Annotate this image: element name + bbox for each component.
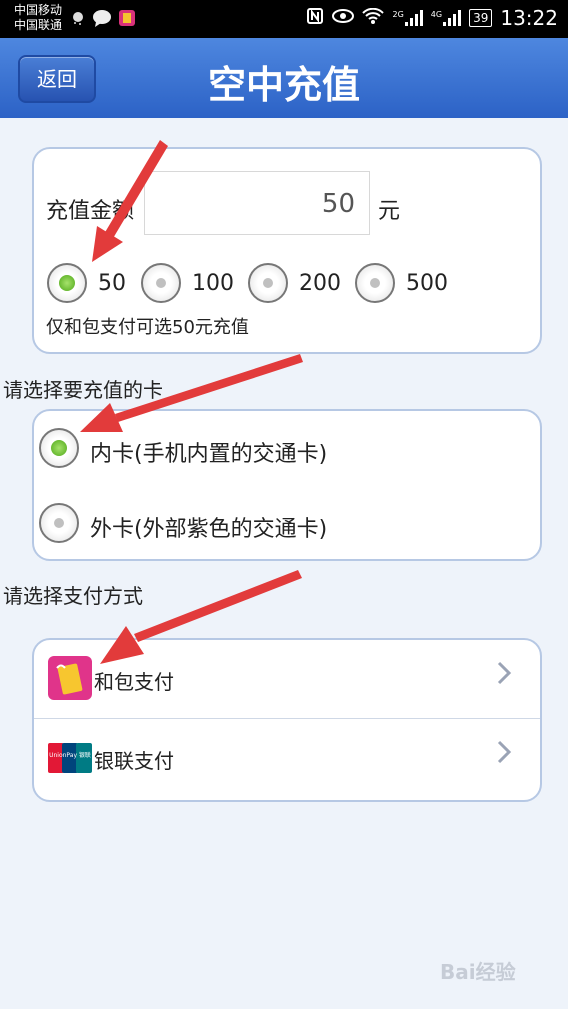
signal-4g-icon: 4G bbox=[430, 10, 462, 26]
amount-option-50-radio[interactable] bbox=[47, 263, 87, 303]
clock: 13:22 bbox=[500, 6, 558, 30]
inner-card-label[interactable]: 内卡(手机内置的交通卡) bbox=[90, 436, 327, 468]
radio-dot bbox=[263, 278, 273, 288]
hebao-icon bbox=[48, 656, 92, 704]
carrier-1: 中国移动 bbox=[14, 3, 63, 17]
amount-input[interactable]: 50 bbox=[144, 171, 370, 235]
eye-icon bbox=[332, 9, 355, 27]
chevron-right-icon bbox=[496, 660, 512, 693]
signal-2g-icon: 2G bbox=[392, 10, 423, 26]
inner-card-radio[interactable] bbox=[39, 428, 79, 468]
amount-option-label[interactable]: 100 bbox=[192, 271, 234, 296]
hebao-pay-label: 和包支付 bbox=[94, 670, 174, 694]
outer-card-label[interactable]: 外卡(外部紫色的交通卡) bbox=[90, 511, 327, 543]
nfc-icon bbox=[306, 7, 324, 29]
amount-option-label[interactable]: 50 bbox=[98, 271, 126, 296]
payment-section-label: 请选择支付方式 bbox=[3, 584, 143, 608]
payment-card: 和包支付 UnionPay 银联 银联支付 bbox=[32, 638, 542, 802]
hebao-pay-row[interactable]: 和包支付 bbox=[34, 640, 540, 718]
network-type-label: 2G bbox=[392, 10, 404, 19]
amount-option-label[interactable]: 200 bbox=[299, 271, 341, 296]
network-type-label: 4G bbox=[430, 10, 443, 19]
chat-icon bbox=[92, 9, 112, 31]
outer-card-radio[interactable] bbox=[39, 503, 79, 543]
amount-option-label[interactable]: 500 bbox=[406, 271, 448, 296]
unionpay-icon: UnionPay 银联 bbox=[48, 743, 92, 777]
amount-option-200-radio[interactable] bbox=[248, 263, 288, 303]
status-icons: 2G 4G 39 13:22 bbox=[306, 6, 558, 30]
watermark: Bai经验 bbox=[440, 960, 516, 984]
notification-icons bbox=[70, 9, 136, 31]
page-title: 空中充值 bbox=[207, 63, 360, 107]
chevron-right-icon bbox=[496, 739, 512, 772]
carrier-2: 中国联通 bbox=[14, 18, 63, 32]
unionpay-row[interactable]: UnionPay 银联 银联支付 bbox=[34, 719, 540, 798]
title-bar: 返回 空中充值 bbox=[0, 38, 568, 118]
battery-indicator: 39 bbox=[469, 9, 493, 27]
radio-dot bbox=[51, 440, 67, 456]
carrier-info: 中国移动 中国联通 bbox=[14, 3, 62, 33]
card-section-label: 请选择要充值的卡 bbox=[3, 378, 163, 402]
amount-label: 充值金额 bbox=[46, 199, 135, 224]
wifi-icon bbox=[362, 7, 385, 28]
radio-dot bbox=[370, 278, 380, 288]
status-bar: 中国移动 中国联通 2G 4G 39 13:22 bbox=[0, 0, 568, 38]
app-notification-icon bbox=[118, 9, 136, 31]
amount-unit: 元 bbox=[378, 199, 401, 224]
unionpay-logo-text: UnionPay 银联 bbox=[49, 752, 91, 759]
amount-option-100-radio[interactable] bbox=[141, 263, 181, 303]
unionpay-label: 银联支付 bbox=[94, 749, 174, 773]
amount-card: 充值金额 50 元 50 100 200 500 仅和包支付可选50元充值 bbox=[32, 147, 542, 354]
radio-dot bbox=[59, 275, 75, 291]
radio-dot bbox=[156, 278, 166, 288]
card-select-card: 内卡(手机内置的交通卡) 外卡(外部紫色的交通卡) bbox=[32, 409, 542, 561]
weather-icon bbox=[70, 10, 86, 30]
radio-dot bbox=[54, 518, 64, 528]
amount-note: 仅和包支付可选50元充值 bbox=[46, 317, 249, 338]
amount-option-500-radio[interactable] bbox=[355, 263, 395, 303]
